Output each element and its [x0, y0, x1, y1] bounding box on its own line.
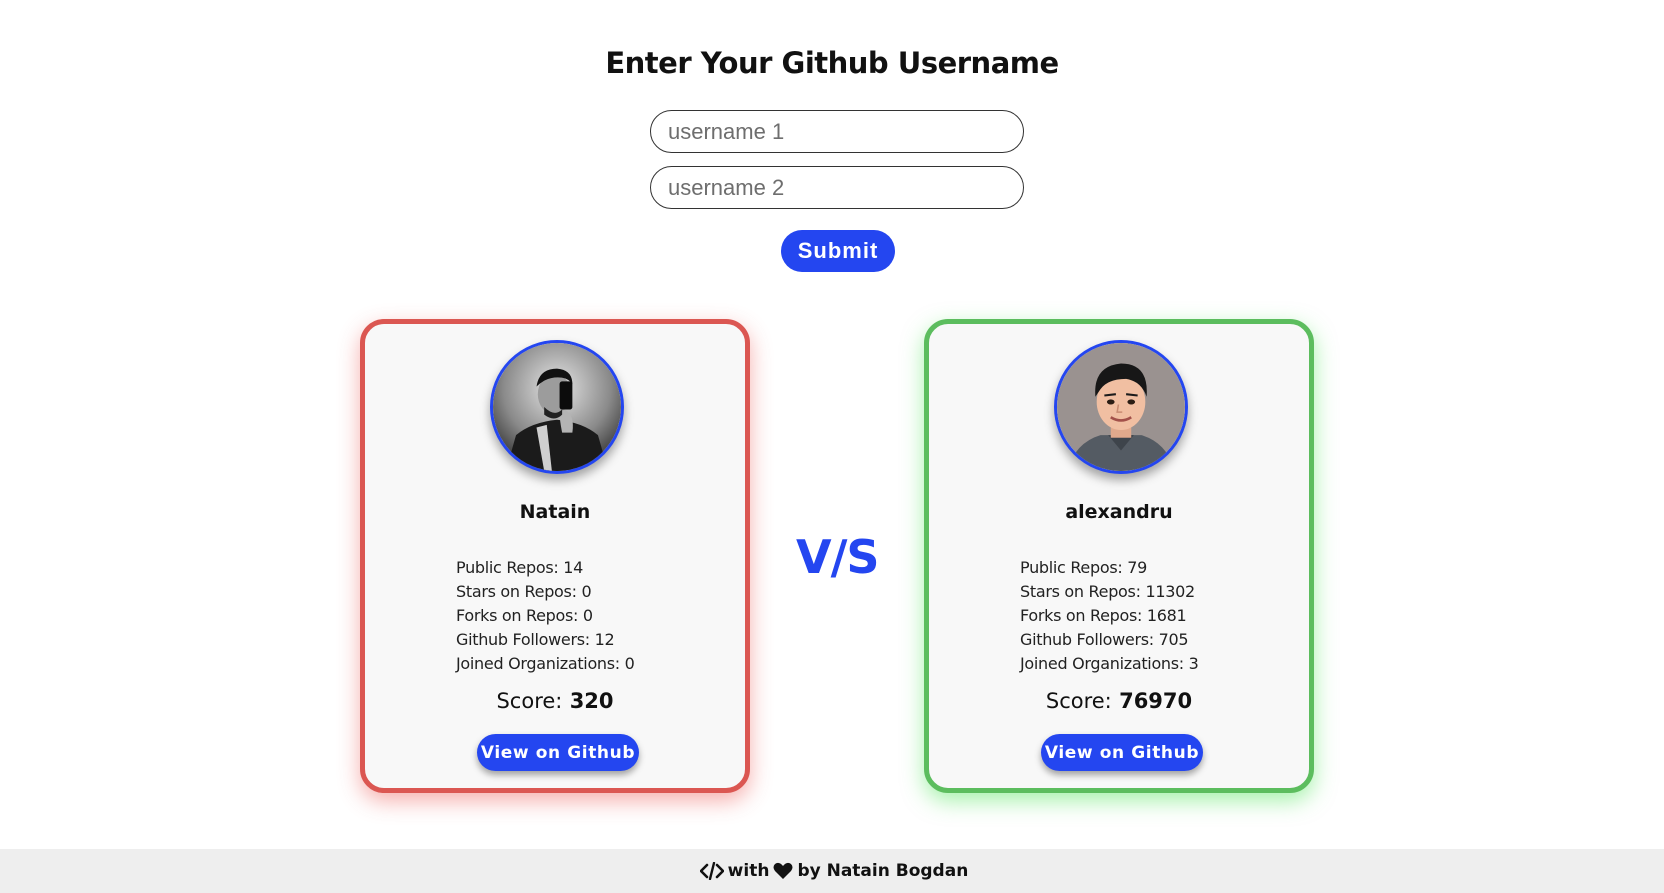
score-value: 76970: [1119, 689, 1193, 713]
heart-icon: [773, 862, 793, 880]
stat-organizations: Joined Organizations: 0: [456, 654, 635, 673]
user-card-2: alexandru Public Repos: 79 Stars on Repo…: [924, 319, 1314, 793]
user-card-1: Natain Public Repos: 14 Stars on Repos: …: [360, 319, 750, 793]
page: Enter Your Github Username Submit: [0, 0, 1664, 893]
user-name: Natain: [519, 501, 591, 523]
score: Score: 76970: [929, 689, 1309, 713]
footer-with-text: with: [727, 861, 770, 881]
submit-button[interactable]: Submit: [781, 230, 895, 272]
user-name: alexandru: [1065, 501, 1173, 523]
username-2-input[interactable]: [650, 166, 1024, 209]
avatar-photo-icon: [493, 343, 621, 471]
score-label: Score:: [1045, 689, 1112, 713]
username-1-input[interactable]: [650, 110, 1024, 153]
page-title: Enter Your Github Username: [605, 46, 1059, 80]
stat-organizations: Joined Organizations: 3: [1020, 654, 1199, 673]
stat-public-repos: Public Repos: 14: [456, 558, 583, 577]
avatar-cartoon-icon: [1057, 343, 1185, 471]
stat-forks: Forks on Repos: 0: [456, 606, 593, 625]
avatar: [490, 340, 624, 474]
stat-followers: Github Followers: 705: [1020, 630, 1189, 649]
avatar: [1054, 340, 1188, 474]
footer: with by Natain Bogdan: [0, 849, 1664, 893]
versus-label: V/S: [796, 530, 880, 584]
stat-stars: Stars on Repos: 0: [456, 582, 592, 601]
score-label: Score:: [496, 689, 563, 713]
view-on-github-button[interactable]: View on Github: [1041, 734, 1203, 771]
stats-list: Public Repos: 14 Stars on Repos: 0 Forks…: [456, 556, 635, 676]
stat-stars: Stars on Repos: 11302: [1020, 582, 1195, 601]
score-value: 320: [569, 689, 614, 713]
view-on-github-button[interactable]: View on Github: [477, 734, 639, 771]
score: Score: 320: [365, 689, 745, 713]
stats-list: Public Repos: 79 Stars on Repos: 11302 F…: [1020, 556, 1199, 676]
footer-credit-text: by Natain Bogdan: [797, 861, 969, 881]
stat-public-repos: Public Repos: 79: [1020, 558, 1147, 577]
code-icon: [699, 862, 724, 880]
stat-followers: Github Followers: 12: [456, 630, 615, 649]
stat-forks: Forks on Repos: 1681: [1020, 606, 1187, 625]
